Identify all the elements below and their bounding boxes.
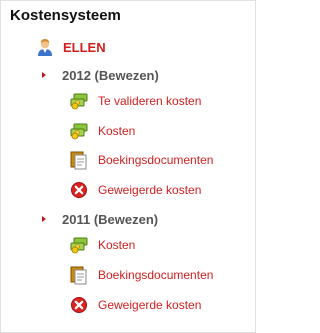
- rejected-icon: [69, 180, 89, 200]
- expand-arrow-icon: [42, 216, 46, 222]
- nav-item-boekingsdocumenten-2011[interactable]: Boekingsdocumenten: [69, 264, 213, 286]
- nav-item-label: Geweigerde kosten: [98, 183, 202, 197]
- nav-item-geweigerde-kosten-2011[interactable]: Geweigerde kosten: [69, 294, 201, 316]
- nav-item-label: Boekingsdocumenten: [98, 268, 214, 282]
- rejected-icon: [69, 295, 89, 315]
- nav-item-kosten-2011[interactable]: Kosten: [69, 234, 135, 256]
- year-label: 2012 (Bewezen): [62, 67, 159, 83]
- year-label: 2011 (Bewezen): [62, 211, 159, 227]
- user-name: ELLEN: [63, 39, 106, 55]
- nav-item-label: Kosten: [98, 238, 136, 252]
- nav-item-label: Kosten: [98, 124, 136, 138]
- money-icon: [69, 91, 89, 111]
- nav-item-label: Geweigerde kosten: [98, 298, 202, 312]
- nav-item-geweigerde-kosten-2012[interactable]: Geweigerde kosten: [69, 179, 201, 201]
- nav-item-label: Boekingsdocumenten: [98, 153, 214, 167]
- user-icon: [36, 37, 54, 57]
- expand-arrow-icon: [42, 72, 46, 78]
- documents-icon: [69, 265, 89, 285]
- documents-icon: [69, 150, 89, 170]
- nav-item-label: Te valideren kosten: [98, 94, 202, 108]
- user-link[interactable]: ELLEN: [36, 37, 106, 57]
- money-icon: [69, 121, 89, 141]
- cost-system-panel: Kostensysteem ELLEN 2012 (Bewezen) Te va…: [0, 0, 256, 333]
- money-icon: [69, 235, 89, 255]
- nav-item-te-valideren-kosten[interactable]: Te valideren kosten: [69, 90, 201, 112]
- nav-item-boekingsdocumenten-2012[interactable]: Boekingsdocumenten: [69, 149, 213, 171]
- panel-title: Kostensysteem: [10, 7, 121, 24]
- year-group-2012[interactable]: 2012 (Bewezen): [42, 66, 159, 84]
- year-group-2011[interactable]: 2011 (Bewezen): [42, 210, 158, 228]
- nav-item-kosten-2012[interactable]: Kosten: [69, 120, 135, 142]
